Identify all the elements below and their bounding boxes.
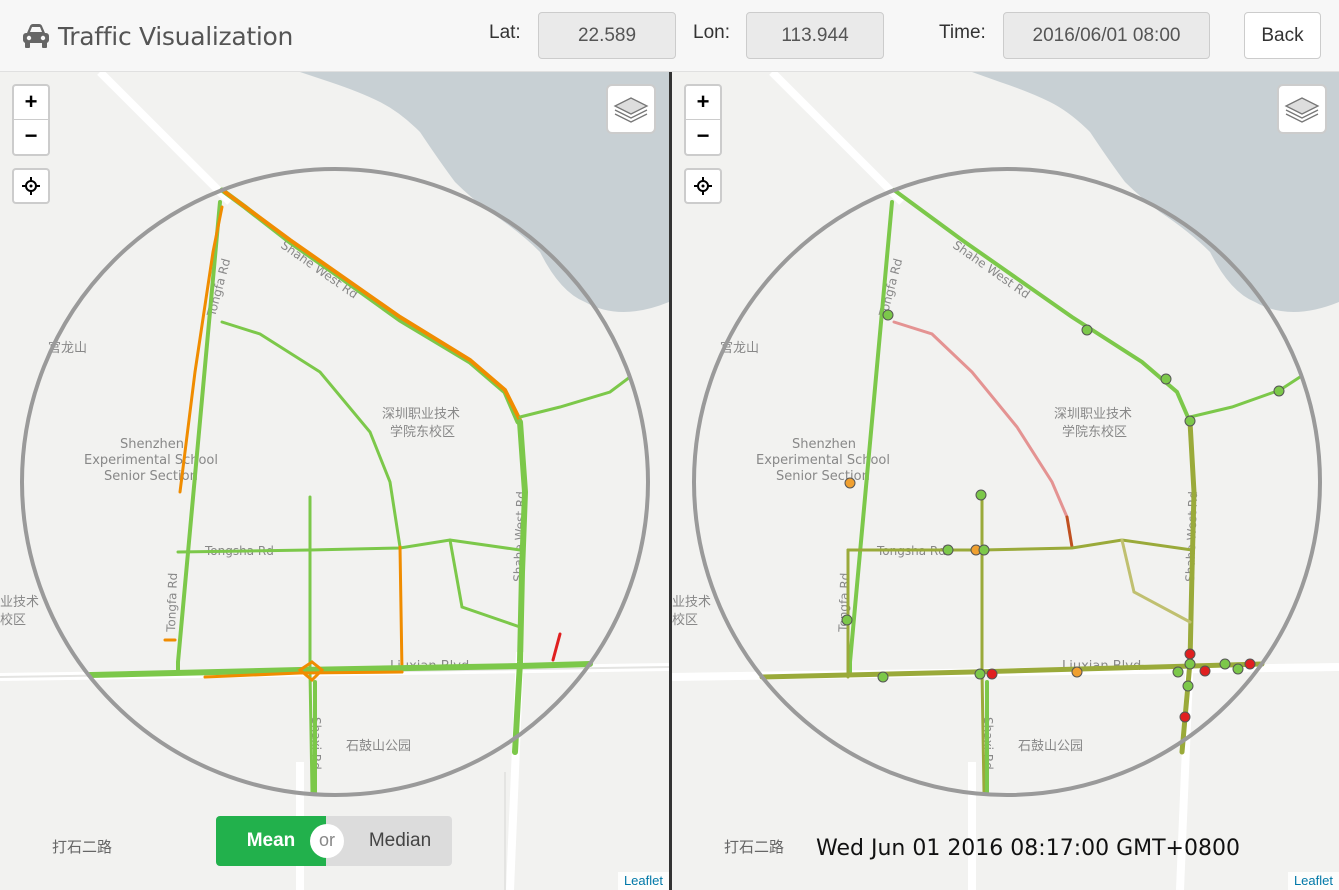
map-label-college: 学院东校区	[390, 424, 455, 440]
locate-button[interactable]	[12, 168, 50, 204]
left-map[interactable]: Shenzhen Experimental School Senior Sect…	[0, 72, 669, 890]
time-label: Time:	[939, 22, 986, 43]
zoom-control: + −	[684, 84, 722, 156]
map-label-college: 学院东校区	[1062, 424, 1127, 440]
map-label-school: Senior Section	[776, 469, 870, 484]
zoom-in-button[interactable]: +	[686, 86, 720, 120]
map-label-edge: 校区	[0, 612, 26, 628]
zoom-out-button[interactable]: −	[14, 120, 48, 154]
car-icon	[23, 24, 49, 48]
lat-label: Lat:	[489, 22, 521, 43]
right-map[interactable]: Shenzhen Experimental School Senior Sect…	[672, 72, 1339, 890]
locate-button[interactable]	[684, 168, 722, 204]
map-label-school: Shenzhen	[120, 437, 184, 452]
map-label-college: 深圳职业技术	[382, 407, 460, 422]
brand: Traffic Visualization	[20, 18, 293, 54]
map-label-school: Shenzhen	[792, 437, 856, 452]
traffic-layer	[759, 188, 1302, 794]
zoom-in-button[interactable]: +	[14, 86, 48, 120]
map-label-road: 打石二路	[724, 838, 784, 856]
crosshair-icon	[694, 177, 712, 195]
traffic-layer	[87, 187, 632, 794]
zoom-out-button[interactable]: −	[686, 120, 720, 154]
median-button[interactable]: Median	[326, 816, 452, 866]
or-separator: or	[310, 824, 344, 858]
aggregation-toggle[interactable]: Mean Median or	[216, 816, 452, 866]
map-label-park: 石鼓山公园	[1018, 739, 1083, 754]
right-map-canvas[interactable]: Shenzhen Experimental School Senior Sect…	[672, 72, 1339, 890]
layers-icon	[1284, 97, 1320, 123]
lon-label: Lon:	[693, 22, 730, 43]
back-button[interactable]: Back	[1244, 12, 1321, 59]
map-label-college: 深圳职业技术	[1054, 407, 1132, 422]
map-label-tongfa-2: Tongfa Rd	[164, 572, 180, 633]
map-label-road: 打石二路	[52, 838, 112, 856]
map-label-shahe: Shahe West Rd	[950, 238, 1032, 301]
map-label-shahe: Shahe West Rd	[278, 238, 360, 301]
timestamp-label: Wed Jun 01 2016 08:17:00 GMT+0800	[816, 836, 1240, 861]
attribution-link[interactable]: Leaflet	[1287, 872, 1339, 890]
zoom-control: + −	[12, 84, 50, 156]
layers-icon	[613, 97, 649, 123]
lon-field[interactable]: 113.944	[746, 12, 884, 59]
left-map-canvas[interactable]: Shenzhen Experimental School Senior Sect…	[0, 72, 669, 890]
layers-button[interactable]	[606, 84, 656, 134]
map-label-park: 石鼓山公园	[346, 739, 411, 754]
attribution-link[interactable]: Leaflet	[617, 872, 669, 890]
app-title: Traffic Visualization	[58, 21, 294, 51]
map-label-edge: 业技术	[672, 595, 711, 610]
map-label-edge: 业技术	[0, 595, 39, 610]
time-field[interactable]: 2016/06/01 08:00	[1003, 12, 1210, 59]
layers-button[interactable]	[1277, 84, 1327, 134]
crosshair-icon	[22, 177, 40, 195]
map-label-edge: 校区	[672, 612, 698, 628]
top-bar: Traffic Visualization Lat: 22.589 Lon: 1…	[0, 0, 1339, 72]
lat-field[interactable]: 22.589	[538, 12, 676, 59]
